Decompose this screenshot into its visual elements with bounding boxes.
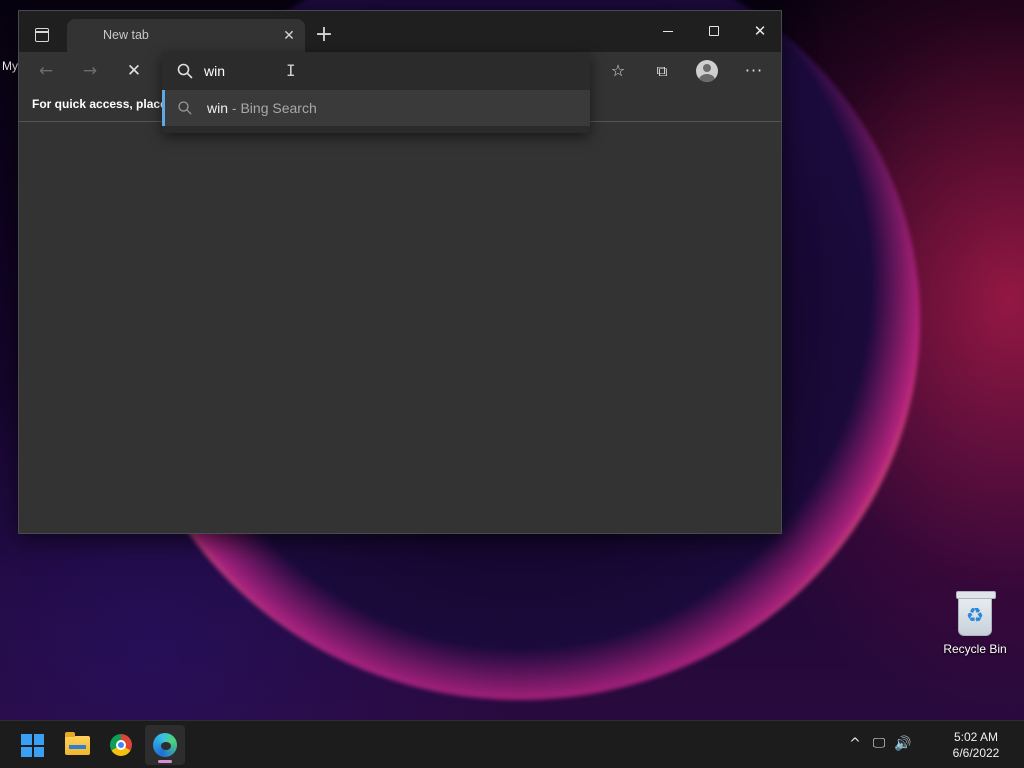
page-content[interactable] bbox=[19, 123, 781, 533]
settings-and-more-button[interactable]: ··· bbox=[739, 56, 769, 86]
minimize-icon bbox=[663, 31, 673, 33]
tab-actions-button[interactable] bbox=[27, 22, 57, 48]
windows-logo-pane bbox=[33, 746, 44, 757]
folder-icon bbox=[65, 732, 90, 755]
favorites-button[interactable]: ☆ bbox=[603, 56, 633, 86]
taskbar-edge[interactable] bbox=[145, 725, 185, 765]
taskbar-chrome[interactable] bbox=[101, 725, 141, 765]
edge-browser-window: New tab ✕ + ✕ ← → ✕ ☆ ⧉ ··· For quick ac… bbox=[18, 10, 782, 534]
suggestion-text: win - Bing Search bbox=[207, 100, 317, 116]
taskbar-file-explorer[interactable] bbox=[57, 725, 97, 765]
windows-logo-icon bbox=[21, 734, 44, 757]
text-cursor-icon: I bbox=[286, 61, 296, 80]
profile-button[interactable] bbox=[692, 56, 722, 86]
tab-title: New tab bbox=[103, 28, 149, 42]
clock-time: 5:02 AM bbox=[953, 730, 999, 744]
edge-icon bbox=[153, 733, 177, 757]
windows-logo-pane bbox=[33, 734, 44, 745]
address-bar[interactable]: I bbox=[162, 52, 590, 90]
windows-logo-pane bbox=[21, 746, 32, 757]
tab-new-tab[interactable]: New tab ✕ bbox=[67, 19, 305, 52]
stop-loading-button[interactable]: ✕ bbox=[119, 56, 149, 86]
maximize-button[interactable] bbox=[691, 11, 737, 52]
address-bar-dropdown: I win - Bing Search bbox=[162, 52, 590, 133]
system-tray: ^ 🖵 🔊 5:02 AM 6/6/2022 bbox=[844, 721, 1024, 768]
suggestion-item[interactable]: win - Bing Search bbox=[162, 90, 590, 126]
recycle-bin-icon: ♻ bbox=[956, 591, 996, 636]
search-icon bbox=[178, 101, 192, 115]
tab-actions-icon bbox=[35, 28, 49, 42]
collections-button[interactable]: ⧉ bbox=[647, 56, 677, 86]
new-tab-button[interactable]: + bbox=[311, 23, 337, 49]
maximize-icon bbox=[709, 26, 719, 36]
volume-icon[interactable]: 🔊 bbox=[892, 733, 914, 755]
desktop-icon-recycle-bin[interactable]: ♻ Recycle Bin bbox=[940, 591, 1010, 656]
recycle-bin-label: Recycle Bin bbox=[943, 642, 1007, 656]
profile-icon bbox=[696, 60, 718, 82]
clock-date: 6/6/2022 bbox=[952, 746, 1000, 760]
close-window-button[interactable]: ✕ bbox=[737, 11, 783, 52]
start-button[interactable] bbox=[12, 725, 52, 765]
suggestion-separator: - bbox=[231, 100, 237, 116]
back-button[interactable]: ← bbox=[31, 56, 61, 86]
close-tab-button[interactable]: ✕ bbox=[279, 26, 299, 46]
windows-logo-pane bbox=[21, 734, 32, 745]
network-icon[interactable]: 🖵 bbox=[868, 733, 890, 755]
forward-button[interactable]: → bbox=[75, 56, 105, 86]
title-bar: New tab ✕ + ✕ bbox=[19, 11, 781, 52]
taskbar-clock[interactable]: 5:02 AM 6/6/2022 bbox=[946, 729, 1006, 761]
suggestion-provider: Bing Search bbox=[240, 100, 317, 116]
running-indicator bbox=[158, 760, 172, 763]
favorites-bar-hint: For quick access, place your favorites h… bbox=[32, 97, 162, 111]
chevron-up-icon[interactable]: ^ bbox=[844, 733, 866, 755]
suggestion-query: win bbox=[207, 100, 229, 116]
minimize-button[interactable] bbox=[645, 11, 691, 52]
address-input[interactable] bbox=[204, 62, 504, 80]
recycle-symbol-icon: ♻ bbox=[966, 603, 984, 627]
desktop-icon-label-partial[interactable]: My bbox=[2, 59, 18, 73]
taskbar: ^ 🖵 🔊 5:02 AM 6/6/2022 bbox=[0, 720, 1024, 768]
chrome-icon bbox=[110, 734, 132, 756]
search-icon bbox=[177, 63, 193, 79]
